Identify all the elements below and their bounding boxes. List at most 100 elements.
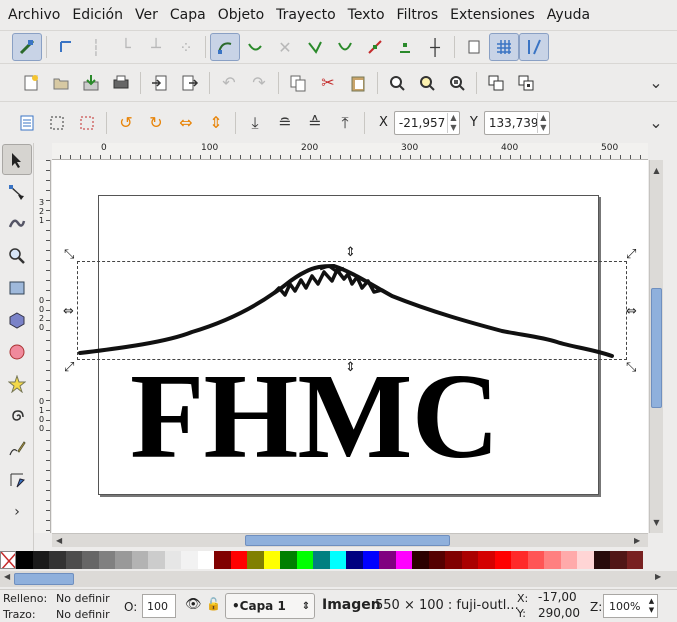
menu-edicion[interactable]: Edición: [66, 0, 129, 30]
flip-vertical-icon[interactable]: ⇕: [201, 109, 231, 137]
menu-archivo[interactable]: Archivo: [2, 0, 66, 30]
color-swatch[interactable]: [560, 551, 577, 569]
snap-bbox-center-icon[interactable]: ⁘: [171, 33, 201, 61]
vertical-scroll-thumb[interactable]: [651, 288, 662, 408]
zoom-tool-icon[interactable]: [2, 240, 32, 271]
snap-bbox-corner-icon[interactable]: └: [111, 33, 141, 61]
menu-ver[interactable]: Ver: [129, 0, 164, 30]
scale-handle-ne-icon[interactable]: ⤢: [626, 248, 636, 261]
palette-scroll-right-icon[interactable]: ▶: [655, 572, 661, 581]
snap-rotation-center-icon[interactable]: ┼: [420, 33, 450, 61]
scale-handle-sw-icon[interactable]: ⤢: [64, 361, 74, 374]
color-swatch[interactable]: [263, 551, 280, 569]
raise-icon[interactable]: ≙: [300, 109, 330, 137]
rotate-cw-icon[interactable]: ↻: [141, 109, 171, 137]
lower-icon[interactable]: ≘: [270, 109, 300, 137]
color-swatch[interactable]: [428, 551, 445, 569]
snap-guides-icon[interactable]: [519, 33, 549, 61]
tool-controls-chevron-down-icon[interactable]: ⌄: [641, 109, 671, 137]
snap-nodes-icon[interactable]: [210, 33, 240, 61]
undo-icon[interactable]: ↶: [214, 69, 244, 97]
color-swatch[interactable]: [164, 551, 181, 569]
print-icon[interactable]: [106, 69, 136, 97]
x-spin-arrows-icon[interactable]: ▲ ▼: [446, 112, 459, 133]
lock-icon[interactable]: 🔓: [206, 597, 221, 611]
rectangle-tool-icon[interactable]: [2, 272, 32, 303]
open-folder-icon[interactable]: [46, 69, 76, 97]
color-swatch[interactable]: [478, 551, 495, 569]
snap-bbox-icon[interactable]: [51, 33, 81, 61]
menu-capa[interactable]: Capa: [164, 0, 212, 30]
pen-tool-icon[interactable]: [2, 464, 32, 495]
menu-trayecto[interactable]: Trayecto: [270, 0, 341, 30]
zoom-drawing-icon[interactable]: [412, 69, 442, 97]
snap-bbox-midpoint-icon[interactable]: ┴: [141, 33, 171, 61]
paste-icon[interactable]: [343, 69, 373, 97]
node-tool-icon[interactable]: [2, 176, 32, 207]
lower-to-bottom-icon[interactable]: ⤓: [240, 109, 270, 137]
horizontal-scroll-thumb[interactable]: [245, 535, 450, 546]
scale-handle-n-icon[interactable]: ⇕: [345, 246, 356, 259]
color-swatch[interactable]: [131, 551, 148, 569]
color-swatch[interactable]: [148, 551, 165, 569]
opacity-field[interactable]: 100: [142, 594, 176, 618]
color-swatch[interactable]: [230, 551, 247, 569]
raise-to-top-icon[interactable]: ⤒: [330, 109, 360, 137]
color-swatch[interactable]: [82, 551, 99, 569]
horizontal-scrollbar[interactable]: ◀ ▶: [52, 533, 648, 547]
menu-texto[interactable]: Texto: [342, 0, 391, 30]
snap-page-border-icon[interactable]: [459, 33, 489, 61]
menu-extensiones[interactable]: Extensiones: [444, 0, 541, 30]
rotate-ccw-icon[interactable]: ↺: [111, 109, 141, 137]
ellipse-tool-icon[interactable]: [2, 336, 32, 367]
color-swatch[interactable]: [197, 551, 214, 569]
color-swatch[interactable]: [296, 551, 313, 569]
copy-icon[interactable]: [283, 69, 313, 97]
snap-grid-icon[interactable]: [489, 33, 519, 61]
logo-text[interactable]: FHMC: [130, 352, 500, 482]
scale-handle-nw-icon[interactable]: ⤡: [64, 248, 74, 261]
snap-midpoints-icon[interactable]: [360, 33, 390, 61]
color-swatch[interactable]: [247, 551, 264, 569]
snap-paths-icon[interactable]: [240, 33, 270, 61]
save-icon[interactable]: [76, 69, 106, 97]
scale-handle-w-icon[interactable]: ⇔: [63, 305, 74, 318]
no-paint-swatch[interactable]: [0, 551, 16, 569]
star-tool-icon[interactable]: [2, 368, 32, 399]
duplicate-icon[interactable]: [481, 69, 511, 97]
import-icon[interactable]: [145, 69, 175, 97]
color-swatch[interactable]: [577, 551, 594, 569]
color-swatch[interactable]: [115, 551, 132, 569]
color-swatch[interactable]: [494, 551, 511, 569]
zoom-spin-arrows-icon[interactable]: ▲ ▼: [646, 597, 657, 615]
layer-dropdown[interactable]: •Capa 1 ⇕: [225, 593, 315, 619]
color-swatch[interactable]: [313, 551, 330, 569]
color-swatch[interactable]: [412, 551, 429, 569]
snap-smooth-icon[interactable]: [330, 33, 360, 61]
color-swatch[interactable]: [32, 551, 49, 569]
drawing-canvas[interactable]: ⤡ ⇕ ⤢ ⇔ ⇔ ⤢ ⇕ ⤡ FHMC: [52, 160, 648, 533]
color-swatch[interactable]: [181, 551, 198, 569]
tweak-tool-icon[interactable]: [2, 208, 32, 239]
color-swatch[interactable]: [544, 551, 561, 569]
menu-ayuda[interactable]: Ayuda: [541, 0, 596, 30]
snap-object-center-icon[interactable]: [390, 33, 420, 61]
color-swatch[interactable]: [214, 551, 231, 569]
color-swatch[interactable]: [626, 551, 643, 569]
palette-scroll-left-icon[interactable]: ◀: [4, 572, 10, 581]
zoom-page-icon[interactable]: [442, 69, 472, 97]
vertical-scrollbar[interactable]: ▲ ▼: [649, 160, 663, 533]
scroll-up-arrow-icon[interactable]: ▲: [650, 166, 663, 175]
color-swatch[interactable]: [346, 551, 363, 569]
color-swatch[interactable]: [527, 551, 544, 569]
x-coordinate-field[interactable]: -21,957 ▲ ▼: [393, 110, 460, 135]
snap-intersections-icon[interactable]: ✕: [270, 33, 300, 61]
more-tools-chevron-icon[interactable]: ›: [2, 496, 32, 527]
color-swatch[interactable]: [362, 551, 379, 569]
color-swatch[interactable]: [98, 551, 115, 569]
color-swatch[interactable]: [49, 551, 66, 569]
flip-horizontal-icon[interactable]: ⇔: [171, 109, 201, 137]
color-swatch[interactable]: [379, 551, 396, 569]
export-icon[interactable]: [175, 69, 205, 97]
palette-scrollbar[interactable]: ◀ ▶: [0, 571, 677, 587]
